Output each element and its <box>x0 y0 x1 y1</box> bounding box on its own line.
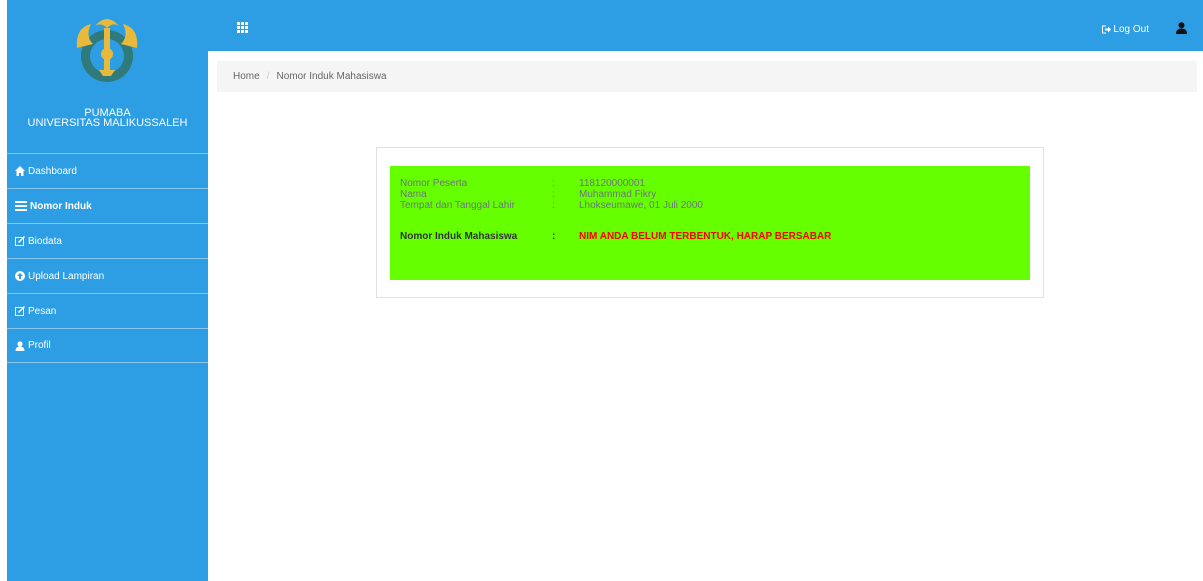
sidebar-item-biodata[interactable]: Biodata <box>7 223 208 258</box>
sidebar-menu: Dashboard Nomor Induk Biodata Upload Lam… <box>7 153 208 363</box>
nim-label: Nomor Induk Mahasiswa <box>400 231 518 242</box>
sidebar-item-nomor-induk[interactable]: Nomor Induk <box>7 188 208 223</box>
user-icon[interactable] <box>1176 22 1187 34</box>
user-icon <box>15 340 25 351</box>
info-colon: : <box>552 189 555 200</box>
breadcrumb-separator: / <box>266 71 270 82</box>
sidebar-item-label: Biodata <box>28 235 62 247</box>
sidebar-item-upload-lampiran[interactable]: Upload Lampiran <box>7 258 208 293</box>
edit-icon <box>15 236 25 246</box>
university-logo <box>76 19 138 82</box>
info-label: Tempat dan Tanggal Lahir <box>400 200 515 211</box>
info-label: Nama <box>400 189 427 200</box>
sidebar-item-label: Pesan <box>28 305 57 317</box>
info-colon: : <box>552 178 555 189</box>
info-row-nomor-peserta: Nomor Peserta : 118120000001 <box>400 178 1030 189</box>
info-value: Lhokseumawe, 01 Juli 2000 <box>579 200 703 211</box>
sidebar: PUMABA UNIVERSITAS MALIKUSSALEH Dashboar… <box>7 0 208 581</box>
list-icon <box>15 201 27 211</box>
sidebar-item-profil[interactable]: Profil <box>7 328 208 363</box>
breadcrumb: Home / Nomor Induk Mahasiswa <box>217 61 1197 92</box>
grid-icon[interactable] <box>237 22 248 33</box>
info-row-nama: Nama : Muhammad Fikry <box>400 189 1030 200</box>
logout-button[interactable]: Log Out <box>1101 24 1149 35</box>
breadcrumb-home[interactable]: Home <box>233 71 260 82</box>
breadcrumb-current: Nomor Induk Mahasiswa <box>276 71 387 82</box>
sidebar-item-label: Upload Lampiran <box>28 270 105 282</box>
info-colon: : <box>552 231 556 242</box>
sidebar-item-label: Dashboard <box>28 165 77 177</box>
brand: PUMABA UNIVERSITAS MALIKUSSALEH <box>7 108 208 129</box>
logout-label: Log Out <box>1113 24 1149 35</box>
sidebar-item-dashboard[interactable]: Dashboard <box>7 153 208 188</box>
info-value: 118120000001 <box>579 178 645 189</box>
logout-icon <box>1102 25 1112 34</box>
brand-university: UNIVERSITAS MALIKUSSALEH <box>27 117 188 129</box>
info-value: Muhammad Fikry <box>579 189 657 200</box>
student-info-panel: Nomor Peserta : 118120000001 Nama : Muha… <box>390 166 1030 280</box>
sidebar-item-pesan[interactable]: Pesan <box>7 293 208 328</box>
edit-icon <box>15 306 25 316</box>
sidebar-item-label: Nomor Induk <box>30 200 92 212</box>
nim-status: NIM ANDA BELUM TERBENTUK, HARAP BERSABAR <box>579 231 832 242</box>
sidebar-item-label: Profil <box>28 340 51 351</box>
content-card: Nomor Peserta : 118120000001 Nama : Muha… <box>376 147 1044 298</box>
info-row-tempat-tanggal-lahir: Tempat dan Tanggal Lahir : Lhokseumawe, … <box>400 200 1030 211</box>
home-icon <box>15 166 25 176</box>
info-colon: : <box>552 200 555 211</box>
upload-icon <box>15 271 25 281</box>
info-row-nim: Nomor Induk Mahasiswa : NIM ANDA BELUM T… <box>400 231 1030 242</box>
info-label: Nomor Peserta <box>400 178 468 189</box>
top-navbar: Log Out <box>208 0 1203 51</box>
